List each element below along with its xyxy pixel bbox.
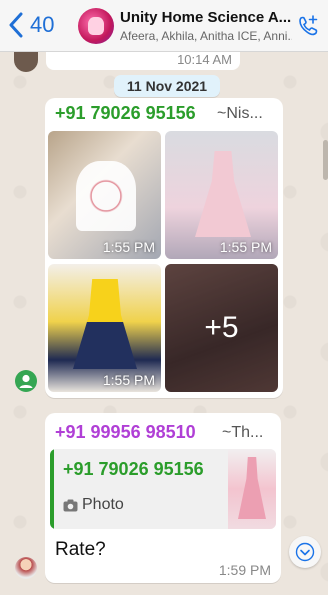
sender-phone[interactable]: +91 99956 98510 bbox=[55, 422, 196, 443]
person-icon bbox=[19, 374, 33, 388]
image-time: 1:55 PM bbox=[219, 239, 272, 255]
date-divider: 11 Nov 2021 bbox=[114, 75, 220, 97]
chevron-left-icon bbox=[9, 12, 23, 38]
group-title[interactable]: Unity Home Science A... bbox=[120, 9, 292, 26]
quoted-message[interactable]: +91 79026 95156 Photo bbox=[50, 449, 276, 529]
group-members[interactable]: Afeera, Akhila, Anitha ICE, Anni... bbox=[120, 29, 292, 43]
image-thumbnail[interactable]: 1:55 PM bbox=[48, 131, 161, 259]
sender-phone[interactable]: +91 79026 95156 bbox=[55, 103, 196, 124]
add-call-icon[interactable] bbox=[296, 14, 320, 38]
unread-count: 40 bbox=[30, 12, 55, 37]
back-button[interactable]: 40 bbox=[8, 12, 54, 38]
dress-image bbox=[76, 161, 136, 231]
message-bubble[interactable]: 10:14 AM bbox=[46, 52, 240, 70]
image-thumbnail[interactable]: 1:55 PM bbox=[165, 131, 278, 259]
chevron-down-icon bbox=[295, 542, 315, 562]
sender-avatar[interactable] bbox=[15, 557, 37, 579]
more-images-count: +5 bbox=[165, 264, 278, 392]
image-time: 1:55 PM bbox=[102, 372, 155, 388]
quoted-type: Photo bbox=[63, 496, 124, 514]
quoted-thumbnail bbox=[228, 449, 276, 529]
image-thumbnail[interactable]: 1:55 PM bbox=[48, 264, 161, 392]
camera-icon bbox=[63, 499, 78, 511]
quote-bar bbox=[50, 449, 54, 529]
chat-header: 40 Unity Home Science A... Afeera, Akhil… bbox=[0, 0, 328, 52]
dress-image bbox=[73, 279, 137, 369]
image-time: 1:55 PM bbox=[102, 239, 155, 255]
scroll-to-bottom-button[interactable] bbox=[289, 536, 321, 568]
message-time: 10:14 AM bbox=[177, 52, 232, 67]
message-text: Rate? bbox=[55, 539, 106, 560]
dress-image bbox=[195, 151, 251, 237]
group-avatar[interactable] bbox=[78, 8, 114, 44]
sender-name: ~Nis... bbox=[217, 105, 263, 122]
sender-name: ~Th... bbox=[222, 424, 264, 441]
more-images-thumbnail[interactable]: +5 bbox=[165, 264, 278, 392]
image-message-bubble[interactable]: +91 79026 95156 ~Nis... 1:55 PM 1:55 PM … bbox=[45, 98, 283, 398]
scrollbar[interactable] bbox=[323, 140, 328, 180]
quoted-sender: +91 79026 95156 bbox=[63, 459, 204, 479]
reply-message-bubble[interactable]: +91 99956 98510 ~Th... +91 79026 95156 P… bbox=[45, 413, 281, 583]
sender-avatar[interactable] bbox=[15, 370, 37, 392]
message-time: 1:59 PM bbox=[218, 562, 271, 578]
quoted-type-label: Photo bbox=[82, 496, 124, 513]
